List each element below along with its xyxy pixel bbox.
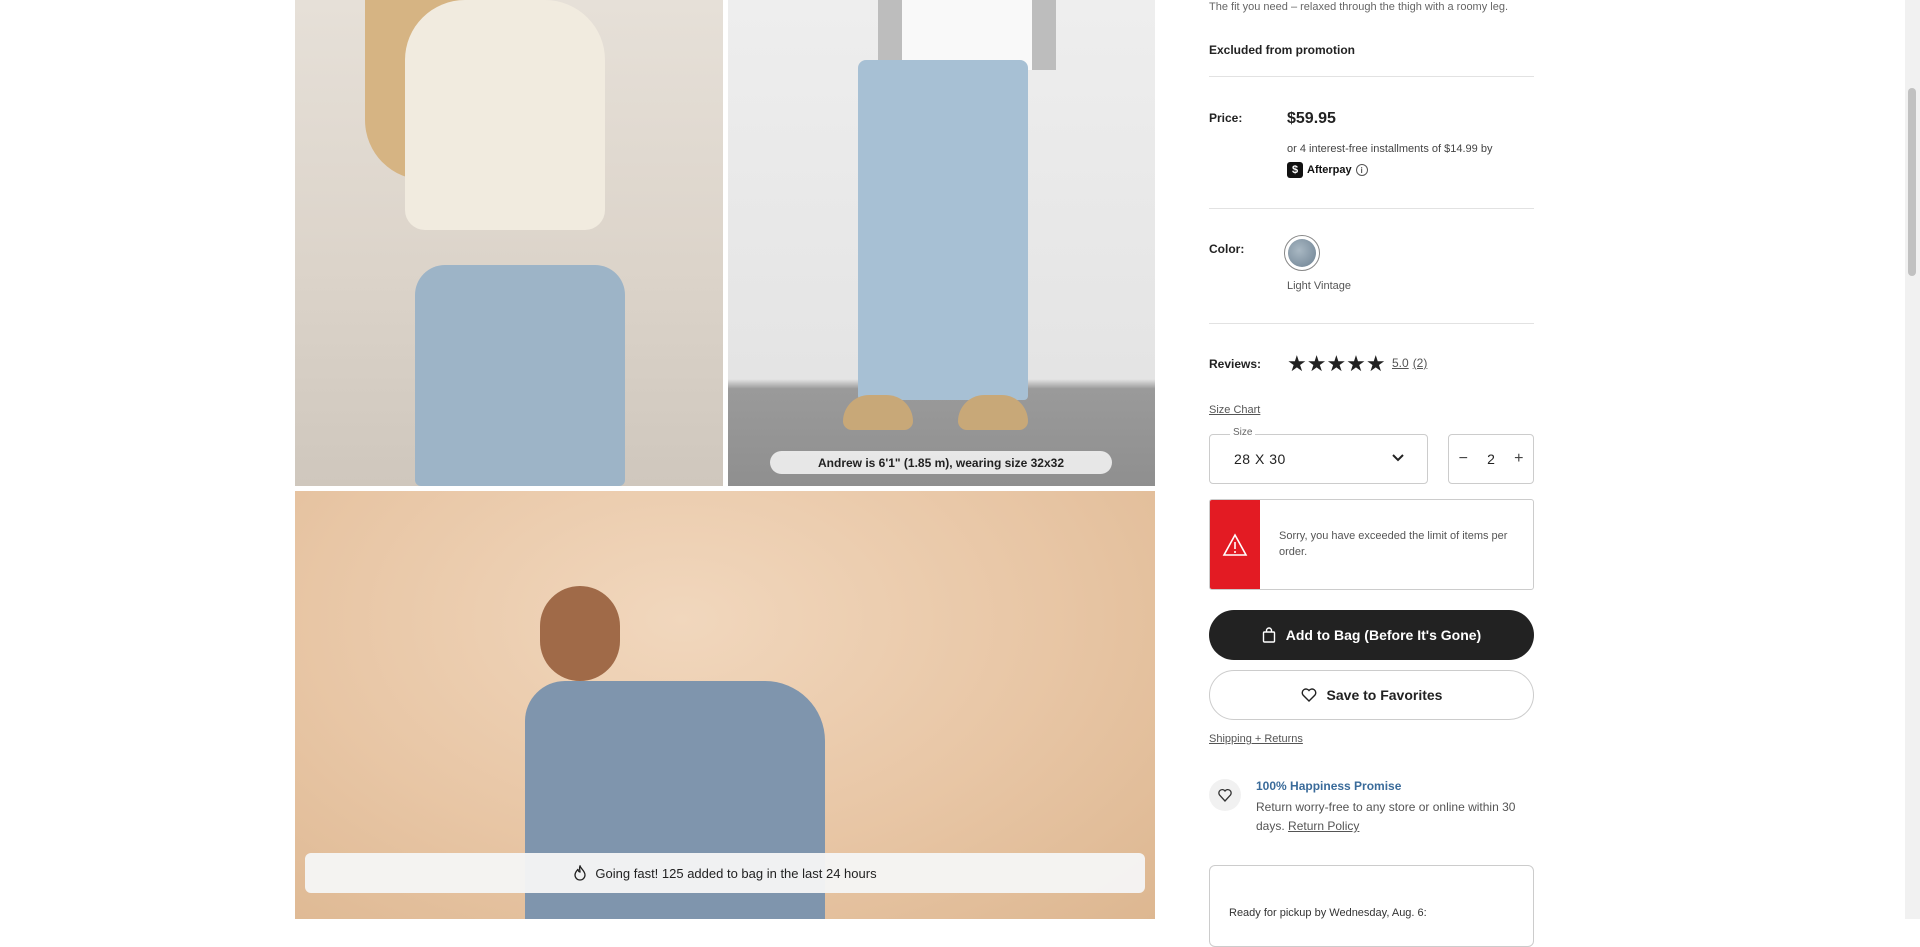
limit-exceeded-alert: Sorry, you have exceeded the limit of it… (1209, 499, 1534, 590)
shopping-bag-icon (1262, 627, 1275, 643)
color-swatch-light-vintage[interactable] (1284, 235, 1320, 271)
model-tank-top-shape (405, 0, 605, 230)
divider (1209, 76, 1534, 77)
quantity-value[interactable]: 2 (1487, 451, 1495, 467)
scrollbar-thumb[interactable] (1908, 88, 1916, 276)
model-shoe-shape (843, 395, 913, 430)
going-fast-text: Going fast! 125 added to bag in the last… (595, 865, 877, 881)
price-label: Price: (1209, 111, 1243, 125)
add-to-bag-button[interactable]: Add to Bag (Before It's Gone) (1209, 610, 1534, 660)
return-policy-link[interactable]: Return Policy (1288, 819, 1359, 833)
flame-icon (574, 865, 587, 881)
reviews-link[interactable]: 5.0 (2) (1392, 356, 1427, 370)
promotion-exclusion-note: Excluded from promotion (1209, 43, 1356, 57)
color-swatch-fill (1288, 239, 1316, 267)
pickup-info-box (1209, 865, 1534, 947)
alert-bar (1210, 500, 1260, 589)
shipping-returns-link[interactable]: Shipping + Returns (1209, 733, 1303, 745)
divider (1209, 323, 1534, 324)
installments-text: or 4 interest-free installments of $14.9… (1287, 143, 1493, 155)
happiness-promise-icon (1209, 779, 1241, 811)
size-select-value: 28 X 30 (1234, 451, 1286, 467)
going-fast-banner: Going fast! 125 added to bag in the last… (305, 853, 1145, 893)
afterpay-link[interactable]: $ Afterpay i (1287, 162, 1368, 178)
save-to-favorites-label: Save to Favorites (1326, 687, 1443, 703)
add-to-bag-label: Add to Bag (Before It's Gone) (1285, 627, 1482, 643)
model-head-shape (540, 586, 620, 681)
happiness-promise-title: 100% Happiness Promise (1256, 779, 1402, 793)
model-shoe-shape (958, 395, 1028, 430)
increase-quantity-button[interactable]: + (1514, 450, 1523, 468)
review-count: (2) (1412, 356, 1428, 370)
model-size-caption: Andrew is 6'1" (1.85 m), wearing size 32… (770, 451, 1112, 474)
reviews-label: Reviews: (1209, 357, 1262, 371)
info-icon[interactable]: i (1355, 164, 1368, 176)
heart-hand-icon (1218, 788, 1232, 802)
product-price: $59.95 (1287, 110, 1336, 127)
happiness-promise-text: Return worry-free to any store or online… (1256, 798, 1536, 836)
save-to-favorites-button[interactable]: Save to Favorites (1209, 670, 1534, 720)
star-rating-icon: ★★★★★ (1287, 351, 1386, 376)
model-jeans-shape (415, 265, 625, 486)
product-image-female-model[interactable] (295, 0, 723, 486)
size-chart-link[interactable]: Size Chart (1209, 404, 1260, 416)
pickup-text: Ready for pickup by Wednesday, Aug. 6: (1229, 907, 1427, 919)
color-label: Color: (1209, 242, 1245, 256)
size-select-label: Size (1230, 427, 1256, 438)
warning-icon (1222, 532, 1248, 556)
afterpay-logo-icon: $ (1287, 162, 1303, 178)
afterpay-label: Afterpay (1307, 164, 1352, 176)
divider (1209, 208, 1534, 209)
selected-color-name: Light Vintage (1287, 280, 1352, 292)
rating-value: 5.0 (1392, 356, 1409, 370)
product-image-male-model-standing[interactable] (728, 0, 1155, 486)
product-description: The fit you need – relaxed through the t… (1209, 1, 1509, 13)
quantity-stepper: − 2 + (1448, 434, 1534, 484)
model-jeans-shape (858, 60, 1028, 400)
heart-icon (1301, 688, 1316, 702)
chevron-down-icon[interactable] (1390, 450, 1406, 466)
decrease-quantity-button[interactable]: − (1459, 450, 1468, 468)
alert-message: Sorry, you have exceeded the limit of it… (1279, 530, 1508, 558)
